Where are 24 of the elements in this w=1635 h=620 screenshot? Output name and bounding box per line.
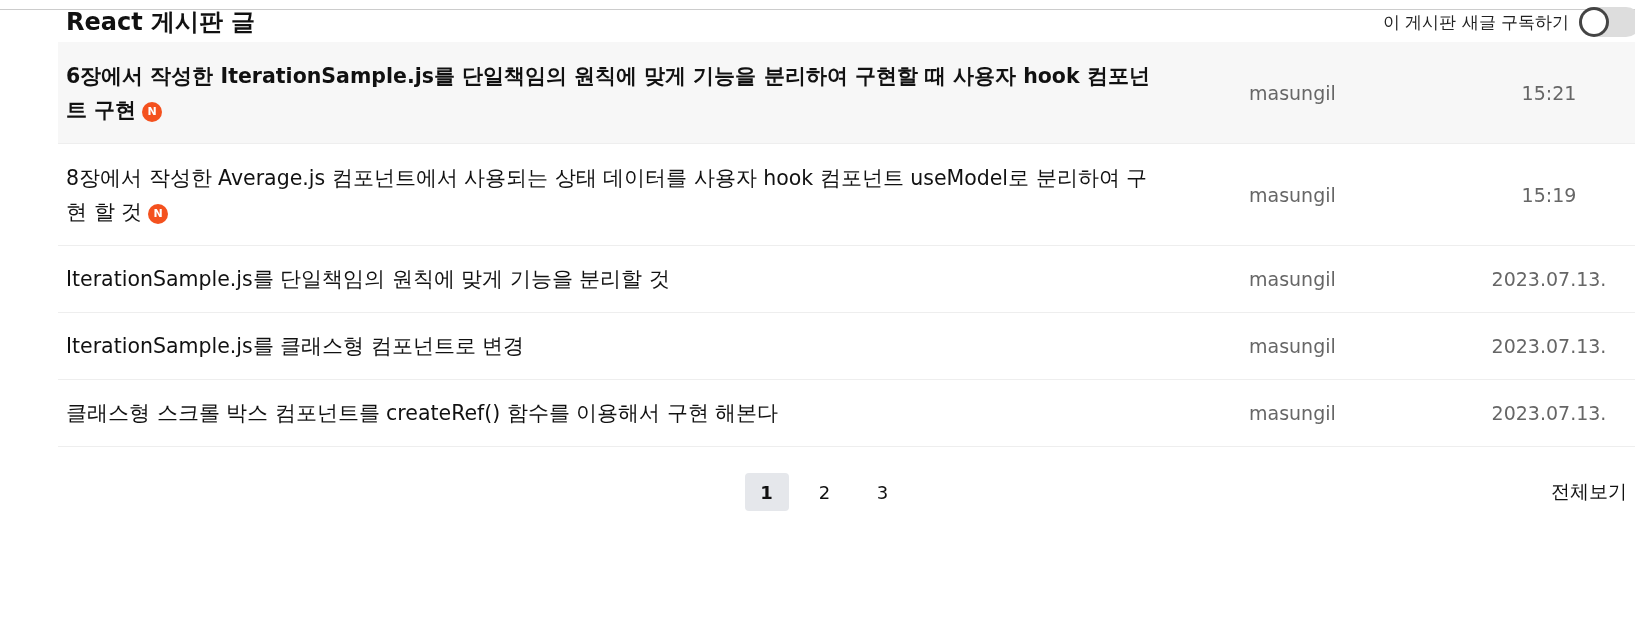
page-button[interactable]: 1 bbox=[744, 473, 789, 511]
page-button[interactable]: 3 bbox=[860, 473, 905, 511]
post-title[interactable]: 6장에서 작성한 IterationSample.js를 단일책임의 원칙에 맞게 기능을 분리하여 구현할 때 사용자 hook 컴포넌트 구현 N bbox=[58, 58, 1164, 127]
post-author: masungil bbox=[1248, 335, 1337, 357]
post-time: 15:21 bbox=[1520, 81, 1578, 104]
new-badge: N bbox=[142, 101, 163, 122]
post-time: 15:19 bbox=[1520, 183, 1578, 206]
post-title[interactable]: IterationSample.js를 단일책임의 원칙에 맞게 기능을 분리할 것 bbox=[58, 262, 1164, 296]
post-author: masungil bbox=[1248, 81, 1337, 104]
post-time: 2023.07.13. bbox=[1490, 335, 1608, 357]
post-time: 2023.07.13. bbox=[1490, 268, 1608, 290]
new-badge: N bbox=[148, 203, 169, 224]
subscribe-toggle[interactable] bbox=[1579, 7, 1635, 37]
post-title[interactable]: IterationSample.js를 클래스형 컴포넌트로 변경 bbox=[58, 329, 1164, 363]
view-all-link[interactable]: 전체보기 bbox=[1551, 479, 1635, 505]
post-title[interactable]: 8장에서 작성한 Average.js 컴포넌트에서 사용되는 상태 데이터를 사용자 hook 컴포넌트 useModel로 분리하여 구현 할 것 N bbox=[58, 160, 1164, 229]
post-author: masungil bbox=[1248, 268, 1337, 290]
page-button[interactable]: 2 bbox=[802, 473, 847, 511]
post-time: 2023.07.13. bbox=[1490, 402, 1608, 424]
post-author: masungil bbox=[1248, 402, 1337, 424]
post-author: masungil bbox=[1248, 183, 1337, 206]
post-title[interactable]: 클래스형 스크롤 박스 컴포넌트를 createRef() 함수를 이용해서 구현 해본다 bbox=[58, 396, 1164, 430]
subscribe-label: 이 게시판 새글 구독하기 bbox=[1382, 10, 1569, 34]
board-title: React 게시판 글 bbox=[66, 7, 256, 38]
